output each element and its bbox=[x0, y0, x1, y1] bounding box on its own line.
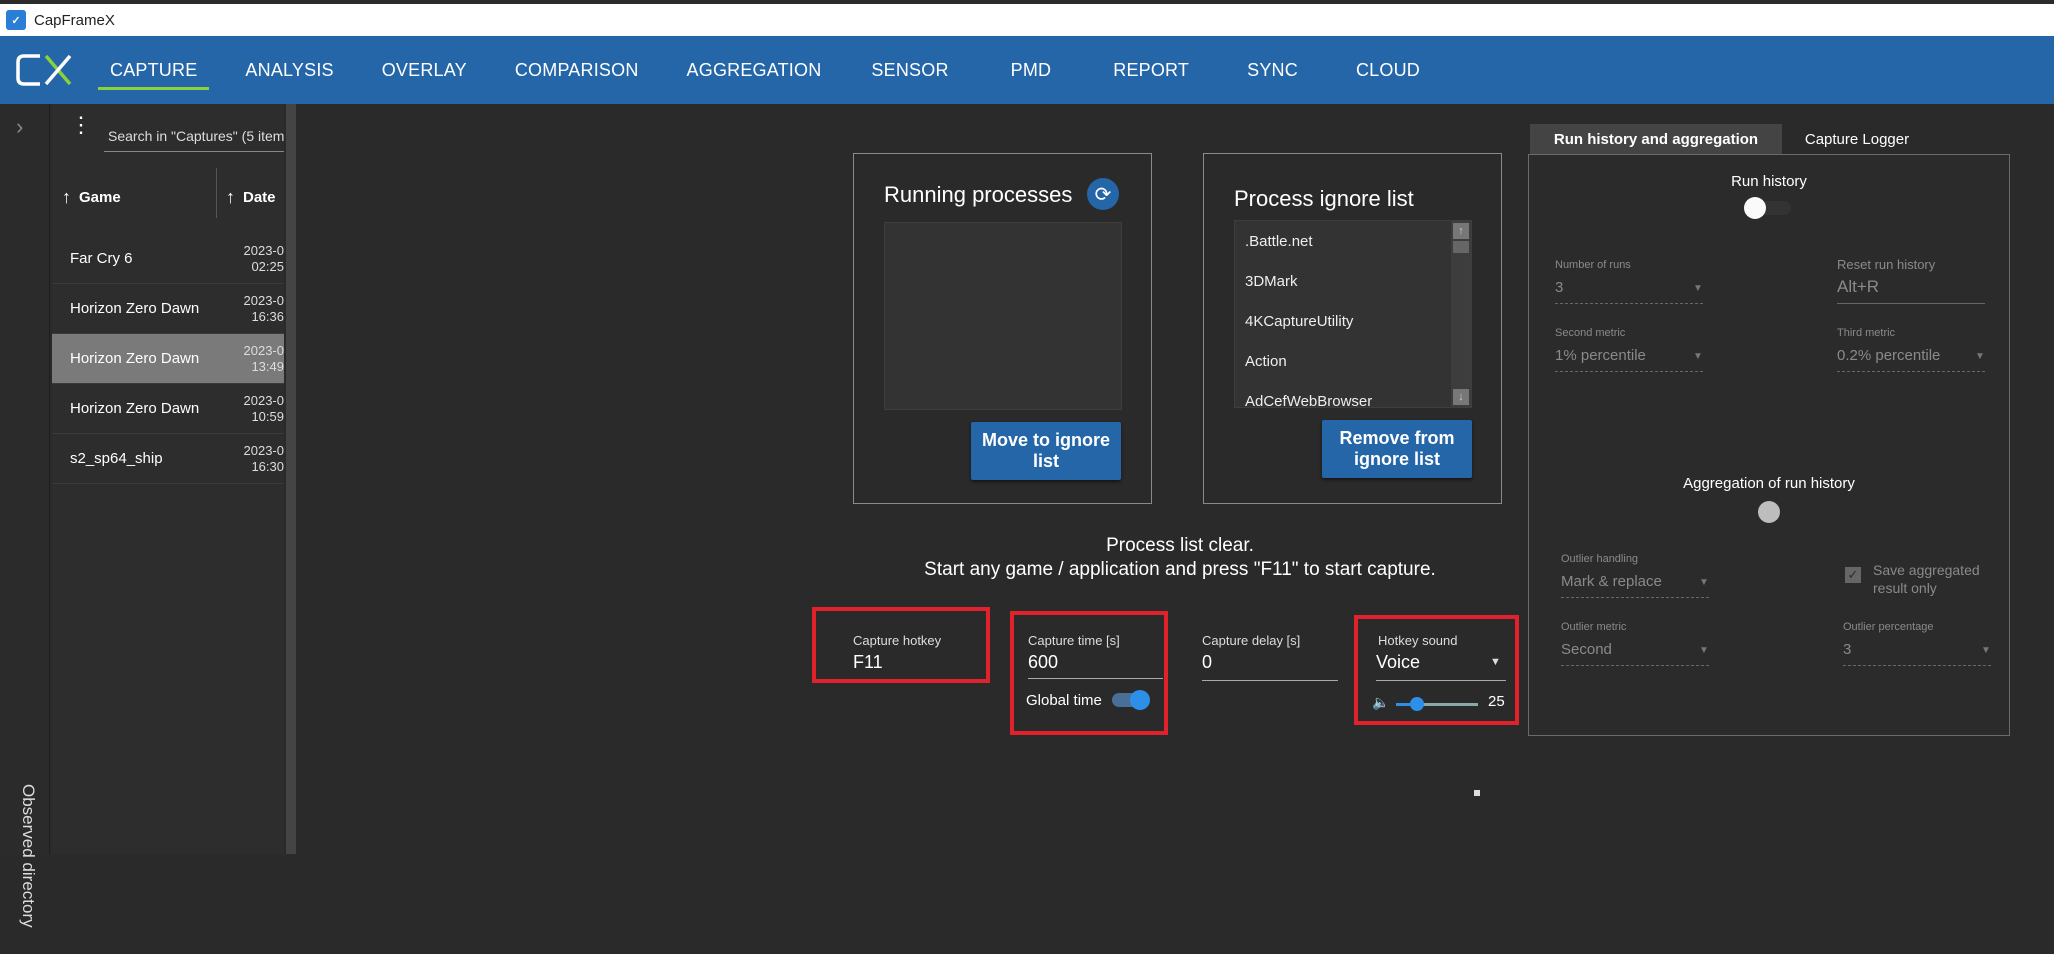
volume-slider[interactable] bbox=[1396, 697, 1478, 711]
nav-report[interactable]: REPORT bbox=[1087, 36, 1215, 104]
table-row-selected[interactable]: Horizon Zero Dawn 2023-0 13:49 bbox=[52, 334, 284, 384]
table-row[interactable]: s2_sp64_ship 2023-0 16:30 bbox=[52, 434, 284, 484]
outlier-metric-label: Outlier metric bbox=[1561, 621, 1627, 633]
highlight-capture-time bbox=[1010, 611, 1168, 735]
speaker-icon: 🔈 bbox=[1372, 694, 1390, 710]
observed-directory-label[interactable]: Observed directory bbox=[18, 784, 38, 954]
column-header-date[interactable]: ↑ Date bbox=[226, 176, 276, 218]
resize-grip bbox=[1474, 790, 1480, 796]
number-of-runs-label: Number of runs bbox=[1555, 259, 1631, 271]
running-processes-panel: Running processes ⟳ Move to ignore list bbox=[853, 153, 1152, 504]
chevron-down-icon[interactable]: ▼ bbox=[1981, 645, 1991, 656]
chevron-right-icon[interactable]: › bbox=[16, 114, 23, 140]
refresh-icon[interactable]: ⟳ bbox=[1087, 178, 1119, 210]
second-metric-label: Second metric bbox=[1555, 327, 1626, 339]
nav-comparison[interactable]: COMPARISON bbox=[491, 36, 663, 104]
process-ignore-panel: Process ignore list .Battle.net 3DMark 4… bbox=[1203, 153, 1502, 504]
nav-capture[interactable]: CAPTURE bbox=[86, 36, 221, 104]
chevron-down-icon[interactable]: ▼ bbox=[1693, 283, 1703, 294]
nav-pmd[interactable]: PMD bbox=[975, 36, 1088, 104]
remove-from-ignore-button[interactable]: Remove from ignore list bbox=[1322, 420, 1472, 478]
nav-overlay[interactable]: OVERLAY bbox=[358, 36, 491, 104]
nav-sensor[interactable]: SENSOR bbox=[845, 36, 974, 104]
aggregation-toggle[interactable] bbox=[1758, 501, 1780, 523]
save-aggregated-checkbox[interactable]: ✓ bbox=[1845, 567, 1861, 583]
nav-analysis[interactable]: ANALYSIS bbox=[221, 36, 357, 104]
chevron-down-icon[interactable]: ▼ bbox=[1693, 351, 1703, 362]
tab-capture-logger[interactable]: Capture Logger bbox=[1782, 124, 1932, 154]
move-to-ignore-button[interactable]: Move to ignore list bbox=[971, 422, 1121, 480]
process-ignore-list[interactable]: .Battle.net 3DMark 4KCaptureUtility Acti… bbox=[1234, 220, 1472, 408]
list-item[interactable]: .Battle.net bbox=[1235, 221, 1471, 261]
outlier-percentage-label: Outlier percentage bbox=[1843, 621, 1934, 633]
run-history-toggle-knob[interactable] bbox=[1744, 197, 1766, 219]
cx-app-icon: ✓ bbox=[6, 10, 26, 30]
outlier-percentage-select[interactable]: 3 bbox=[1843, 641, 1851, 658]
capture-time-label: Capture time [s] bbox=[1028, 633, 1120, 648]
nav-sync[interactable]: SYNC bbox=[1215, 36, 1330, 104]
ignore-list-scrollbar[interactable]: ↑ ↓ bbox=[1451, 221, 1471, 407]
captures-sidebar: ⋮ Search in "Captures" (5 items) ↑ Game … bbox=[52, 104, 284, 854]
outlier-handling-label: Outlier handling bbox=[1561, 553, 1639, 565]
more-vertical-icon[interactable]: ⋮ bbox=[70, 114, 92, 136]
running-processes-title: Running processes bbox=[884, 182, 1073, 207]
running-processes-list[interactable] bbox=[884, 222, 1122, 410]
sort-up-icon: ↑ bbox=[62, 186, 71, 207]
tab-run-history[interactable]: Run history and aggregation bbox=[1530, 124, 1782, 154]
capture-hotkey-label: Capture hotkey bbox=[853, 633, 942, 648]
nav-cloud[interactable]: CLOUD bbox=[1330, 36, 1446, 104]
sidebar-splitter[interactable] bbox=[286, 104, 296, 854]
outlier-handling-select[interactable]: Mark & replace bbox=[1561, 573, 1662, 590]
outlier-metric-select[interactable]: Second bbox=[1561, 641, 1612, 658]
chevron-down-icon[interactable]: ▼ bbox=[1975, 351, 1985, 362]
hotkey-sound-select[interactable]: Voice bbox=[1376, 652, 1420, 673]
window-titlebar: ✓ CapFrameX bbox=[0, 0, 2054, 36]
capture-delay-input[interactable]: 0 bbox=[1202, 652, 1212, 673]
capture-status-message: Process list clear. Start any game / app… bbox=[924, 535, 1436, 580]
aggregation-title: Aggregation of run history bbox=[1683, 475, 1855, 492]
captures-search-input[interactable]: Search in "Captures" (5 items) bbox=[104, 122, 284, 152]
table-row[interactable]: Far Cry 6 2023-0 02:25 bbox=[52, 234, 284, 284]
table-row[interactable]: Horizon Zero Dawn 2023-0 16:36 bbox=[52, 284, 284, 334]
scroll-down-icon[interactable]: ↓ bbox=[1453, 389, 1469, 405]
sort-up-icon: ↑ bbox=[226, 186, 235, 207]
table-row[interactable]: Horizon Zero Dawn 2023-0 10:59 bbox=[52, 384, 284, 434]
run-history-title: Run history bbox=[1731, 173, 1807, 190]
global-time-label: Global time bbox=[1026, 692, 1102, 709]
column-header-game[interactable]: ↑ Game bbox=[62, 176, 121, 218]
third-metric-label: Third metric bbox=[1837, 327, 1896, 339]
window-title: CapFrameX bbox=[34, 11, 115, 29]
scroll-thumb[interactable] bbox=[1453, 241, 1469, 253]
capture-delay-label: Capture delay [s] bbox=[1202, 633, 1301, 648]
capture-hotkey-input[interactable]: F11 bbox=[853, 652, 883, 673]
column-divider[interactable] bbox=[216, 168, 217, 218]
capture-time-input[interactable]: 600 bbox=[1028, 652, 1058, 673]
global-time-toggle-knob[interactable] bbox=[1130, 690, 1150, 710]
scroll-up-icon[interactable]: ↑ bbox=[1453, 223, 1469, 239]
reset-run-history-label: Reset run history bbox=[1837, 257, 1936, 272]
right-tabbar: Run history and aggregation Capture Logg… bbox=[1530, 124, 1932, 154]
chevron-down-icon[interactable]: ▼ bbox=[1490, 656, 1501, 668]
chevron-down-icon[interactable]: ▼ bbox=[1699, 577, 1709, 588]
run-history-panel: Run history Number of runs 3 ▼ Reset run… bbox=[1528, 154, 2010, 736]
hotkey-sound-label: Hotkey sound bbox=[1378, 633, 1458, 648]
second-metric-select[interactable]: 1% percentile bbox=[1555, 347, 1646, 364]
nav-aggregation[interactable]: AGGREGATION bbox=[663, 36, 846, 104]
volume-value: 25 bbox=[1488, 693, 1505, 710]
list-item[interactable]: 4KCaptureUtility bbox=[1235, 301, 1471, 341]
list-item[interactable]: AdCefWebBrowser bbox=[1235, 381, 1471, 408]
volume-slider-thumb[interactable] bbox=[1410, 697, 1424, 711]
number-of-runs-select[interactable]: 3 bbox=[1555, 279, 1563, 296]
list-item[interactable]: 3DMark bbox=[1235, 261, 1471, 301]
third-metric-select[interactable]: 0.2% percentile bbox=[1837, 347, 1940, 364]
save-aggregated-label: Save aggregated result only bbox=[1873, 562, 1980, 596]
reset-run-history-input[interactable]: Alt+R bbox=[1837, 277, 1879, 297]
process-ignore-title: Process ignore list bbox=[1234, 186, 1414, 211]
chevron-down-icon[interactable]: ▼ bbox=[1699, 645, 1709, 656]
list-item[interactable]: Action bbox=[1235, 341, 1471, 381]
main-navbar: CAPTURE ANALYSIS OVERLAY COMPARISON AGGR… bbox=[0, 36, 2054, 104]
left-rail: › Observed directory bbox=[0, 104, 50, 928]
capframex-logo bbox=[16, 54, 72, 86]
